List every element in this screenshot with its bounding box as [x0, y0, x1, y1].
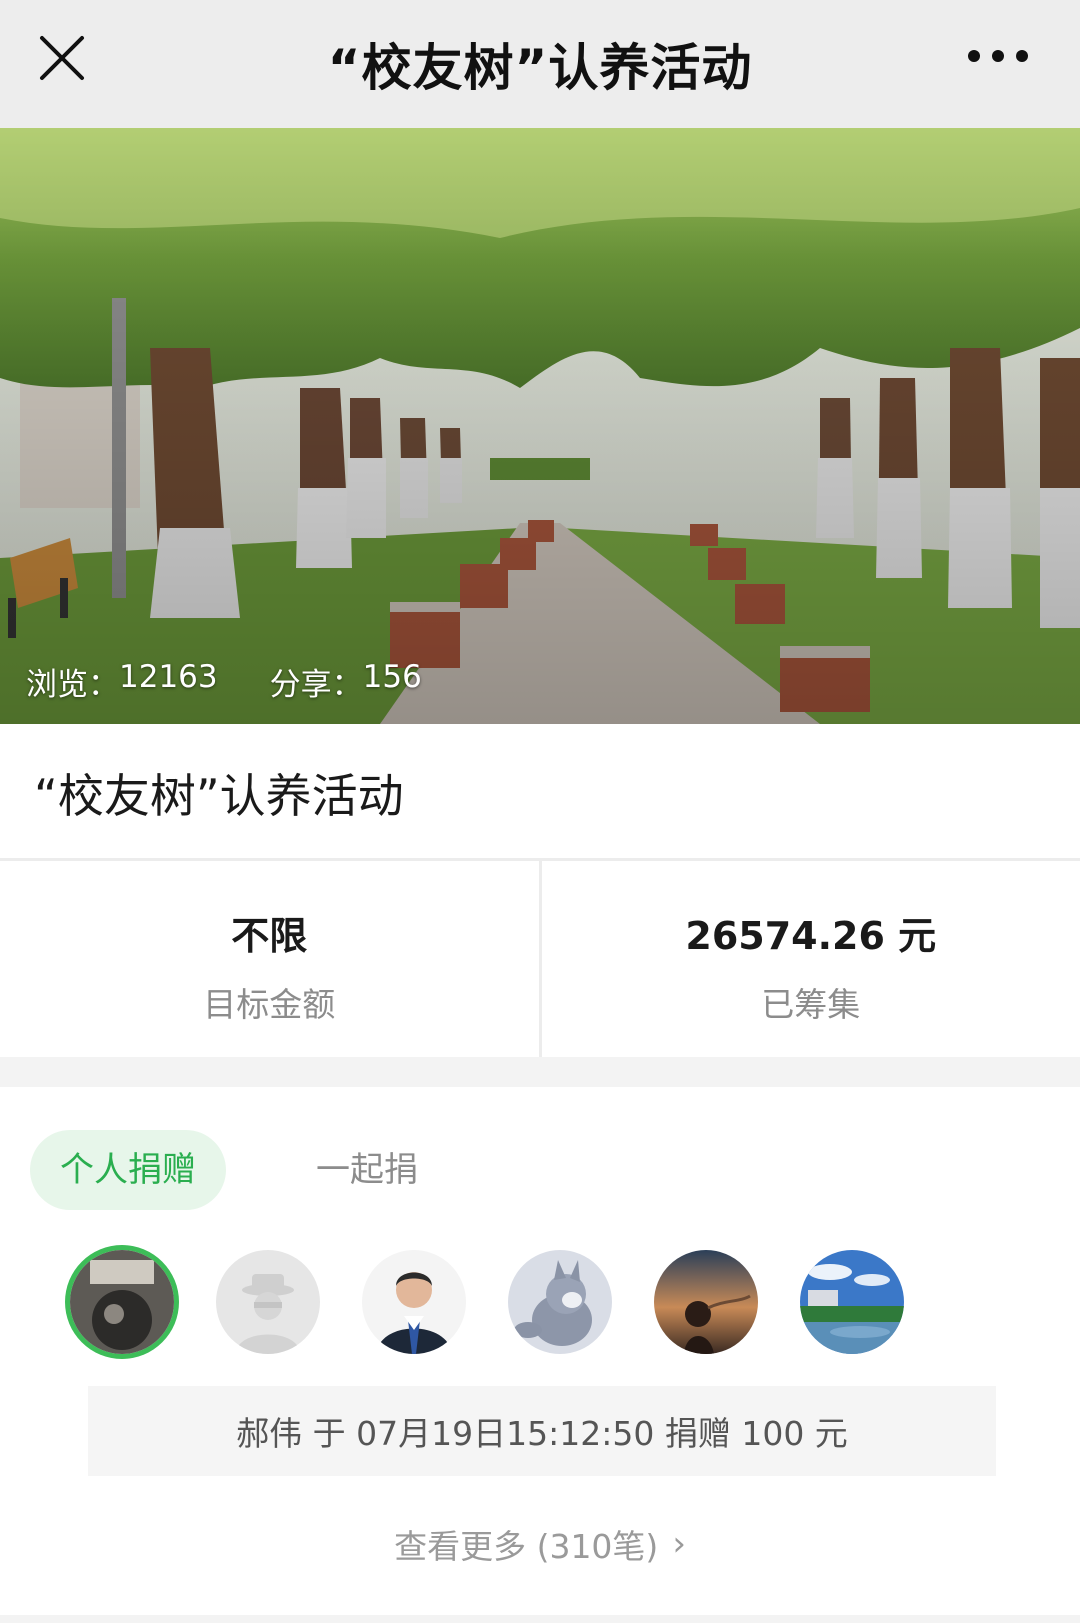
raised-amount-label: 已筹集 [761, 985, 861, 1024]
raised-amount-card: 26574.26 元 已筹集 [538, 861, 1080, 1057]
avatar[interactable] [508, 1250, 612, 1354]
tab-group-donation[interactable]: 一起捐 [286, 1130, 448, 1210]
target-amount-value: 不限 [231, 914, 308, 958]
raised-amount-value: 26574.26 元 [685, 914, 937, 958]
hero-image: 浏览： 12163 分享： 156 [0, 128, 1080, 724]
views-label: 浏览： [26, 667, 119, 703]
chevron-right-icon: › [672, 1524, 686, 1564]
more-horizontal-icon[interactable] [968, 44, 1028, 68]
avatar[interactable] [70, 1250, 174, 1354]
shares-value: 156 [362, 659, 422, 695]
target-amount-card: 不限 目标金额 [0, 861, 539, 1057]
shares-label: 分享： [269, 667, 363, 703]
close-icon[interactable] [36, 32, 88, 84]
latest-donation-banner: 郝伟 于 07月19日15:12:50 捐赠 100 元 [88, 1386, 996, 1476]
shares-stat: 分享： 156 [270, 659, 422, 704]
views-stat: 浏览： 12163 [26, 659, 218, 704]
nav-bar: “校友树”认养活动 [0, 0, 1080, 128]
view-more-link[interactable]: 查看更多 (310笔) › [0, 1520, 1080, 1568]
views-value: 12163 [119, 659, 218, 695]
view-more-label: 查看更多 (310笔) [394, 1527, 659, 1566]
hero-stats: 浏览： 12163 分享： 156 [26, 659, 422, 704]
section-divider [0, 1057, 1080, 1087]
target-amount-label: 目标金额 [203, 985, 336, 1024]
donor-avatars [70, 1250, 904, 1354]
bottom-divider [0, 1615, 1080, 1623]
avatar[interactable] [800, 1250, 904, 1354]
fundraising-stats: 不限 目标金额 26574.26 元 已筹集 [0, 861, 1080, 1057]
tab-personal-donation[interactable]: 个人捐赠 [30, 1130, 226, 1210]
avatar[interactable] [362, 1250, 466, 1354]
donation-tabs: 个人捐赠 一起捐 [30, 1130, 448, 1210]
event-title: “校友树”认养活动 [34, 769, 404, 823]
avatar[interactable] [654, 1250, 758, 1354]
avatar[interactable] [216, 1250, 320, 1354]
page-title: “校友树”认养活动 [327, 39, 753, 97]
